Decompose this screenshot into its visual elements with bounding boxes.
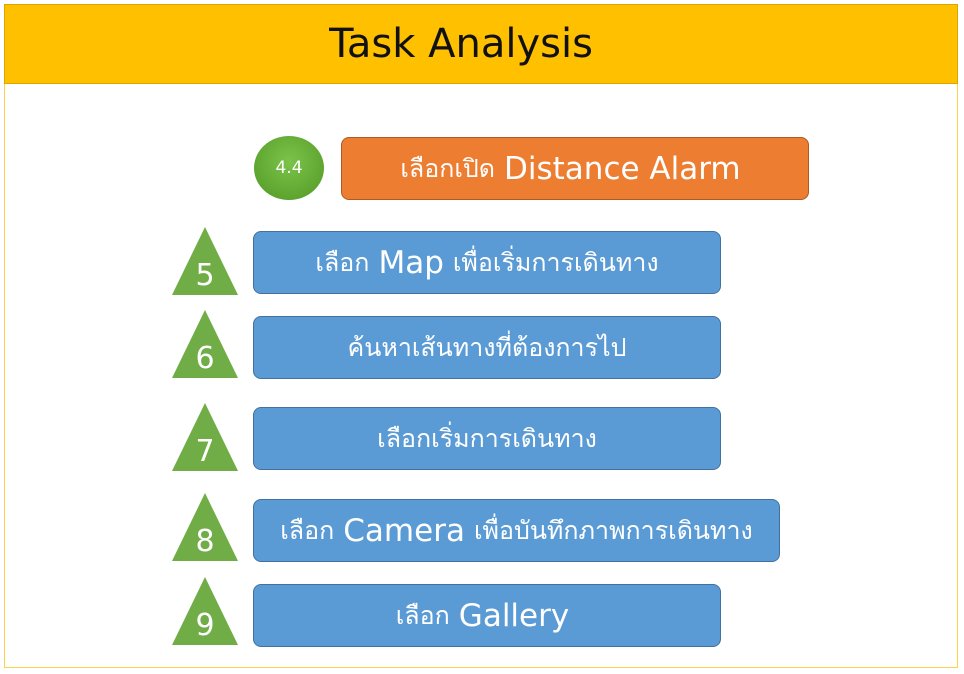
step-8-thai-pre: เลือก [280, 515, 335, 545]
step-5-thai-pre: เลือก [315, 247, 370, 277]
step-8-marker: 8 [172, 493, 238, 561]
step-4-4-marker: 4.4 [254, 136, 324, 200]
step-9-marker: 9 [172, 577, 238, 645]
step-7-text: เลือกเริ่มการเดินทาง [377, 423, 597, 453]
step-6-marker: 6 [172, 310, 238, 378]
step-9-thai-pre: เลือก [395, 600, 450, 630]
step-9-number: 9 [195, 608, 215, 643]
step-5-number: 5 [195, 258, 215, 293]
step-5-box: เลือก Map เพื่อเริ่มการเดินทาง [253, 231, 721, 294]
step-7-marker: 7 [172, 403, 238, 471]
step-9-english-text: Gallery [458, 597, 570, 634]
step-8-english-text: Camera [343, 512, 465, 549]
step-9-box: เลือก Gallery [253, 584, 721, 647]
step-6-box: ค้นหาเส้นทางที่ต้องการไป [253, 316, 721, 379]
step-5-marker: 5 [172, 227, 238, 295]
step-7-box: เลือกเริ่มการเดินทาง [253, 407, 721, 470]
step-5-thai-post: เพื่อเริ่มการเดินทาง [452, 247, 659, 277]
step-5-english-text: Map [378, 244, 444, 281]
step-6-text: ค้นหาเส้นทางที่ต้องการไป [347, 332, 627, 362]
slide-title: Task Analysis [329, 21, 593, 67]
step-4-4-thai-text: เลือกเปิด [400, 153, 496, 183]
step-4-4-english-text: Distance Alarm [504, 150, 741, 187]
step-8-number: 8 [195, 524, 215, 559]
step-8-box: เลือก Camera เพื่อบันทึกภาพการเดินทาง [253, 499, 780, 562]
step-6-number: 6 [195, 341, 215, 376]
step-8-thai-post: เพื่อบันทึกภาพการเดินทาง [473, 515, 753, 545]
title-bar: Task Analysis [4, 4, 958, 84]
step-7-number: 7 [195, 434, 215, 469]
step-4-4-box: เลือกเปิด Distance Alarm [341, 137, 809, 200]
step-4-4-number: 4.4 [275, 158, 303, 178]
